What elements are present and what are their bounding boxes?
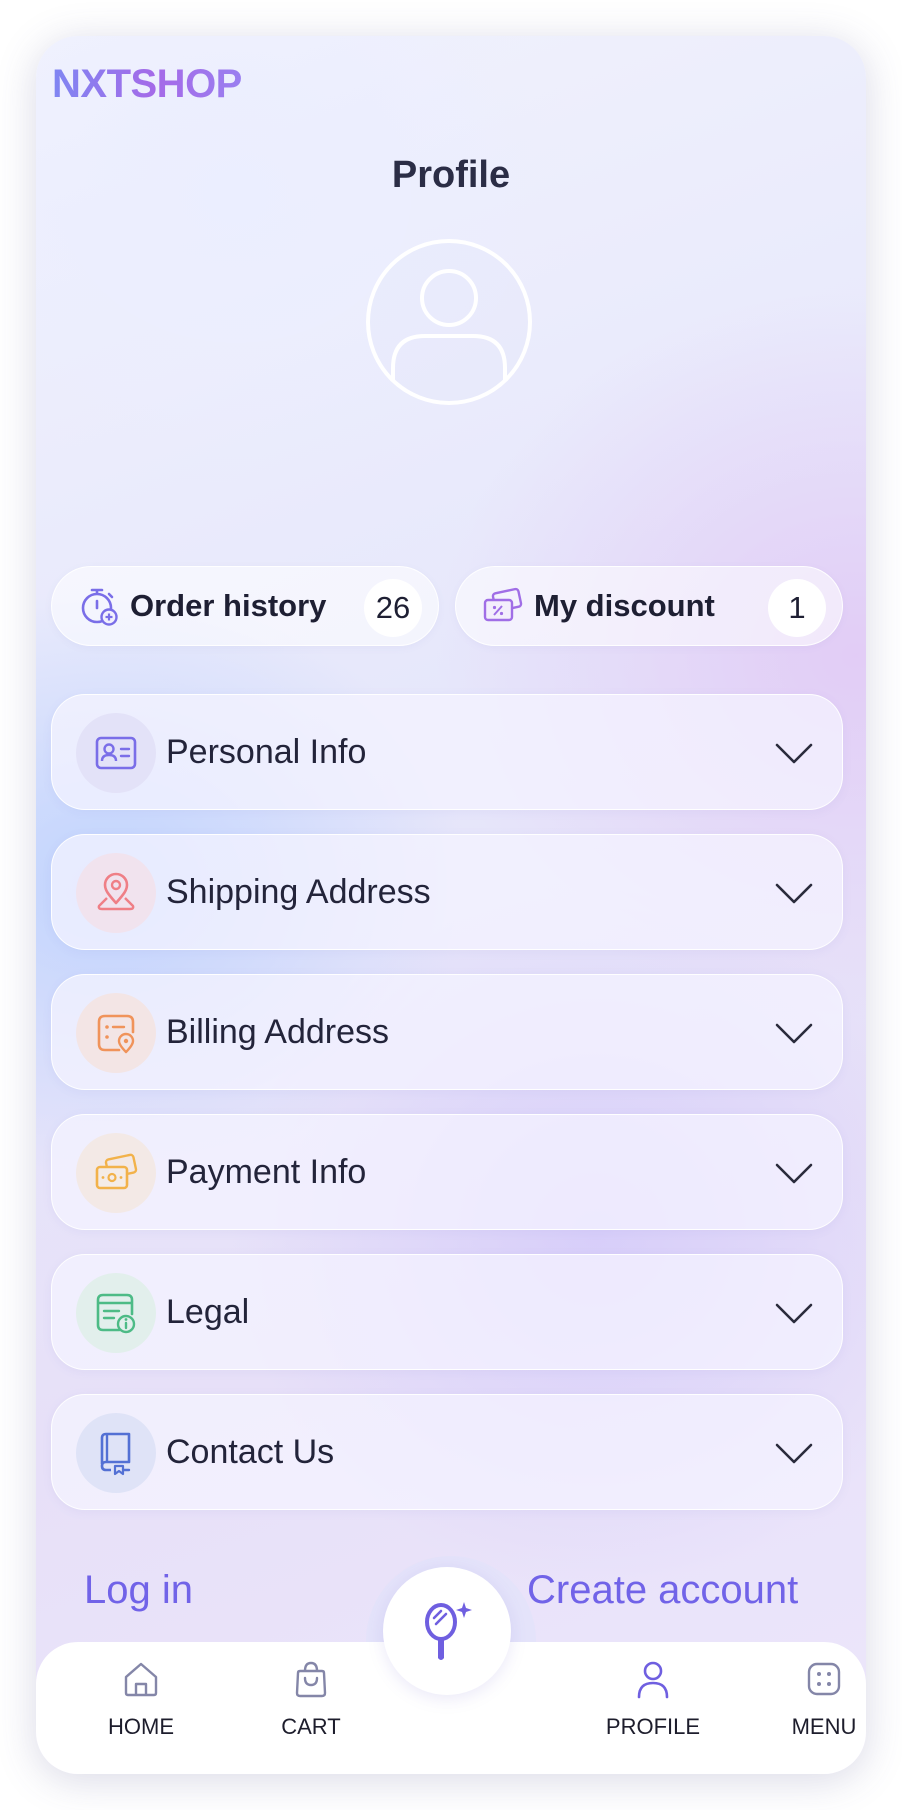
legal-document-icon [76, 1273, 156, 1353]
timer-plus-icon [81, 588, 118, 626]
my-discount-count: 1 [768, 579, 826, 637]
magic-mirror-icon [425, 1602, 472, 1660]
nav-profile-label: PROFILE [605, 1714, 701, 1739]
my-discount-label: My discount [534, 588, 715, 623]
avatar-icon[interactable] [365, 238, 533, 406]
brand-logo[interactable]: NXTSHOP [52, 62, 242, 107]
nav-cart[interactable]: CART [246, 1658, 376, 1740]
section-legal[interactable]: Legal [51, 1254, 843, 1370]
chevron-down-icon [775, 1303, 813, 1324]
shopping-bag-icon [295, 1661, 327, 1698]
nav-menu-label: MENU [791, 1714, 857, 1739]
section-label: Contact Us [166, 1433, 335, 1471]
location-pin-icon [76, 853, 156, 933]
chevron-down-icon [775, 1163, 813, 1184]
section-label: Personal Info [166, 733, 367, 771]
section-label: Shipping Address [166, 873, 431, 911]
login-link[interactable]: Log in [84, 1568, 193, 1613]
nav-menu[interactable]: MENU [759, 1658, 866, 1740]
nav-home[interactable]: HOME [76, 1658, 206, 1740]
billing-location-icon [76, 993, 156, 1073]
chevron-down-icon [775, 883, 813, 904]
profile-icon [637, 1661, 669, 1699]
create-account-link[interactable]: Create account [527, 1568, 798, 1613]
section-shipping-address[interactable]: Shipping Address [51, 834, 843, 950]
app-screen: NXTSHOP Profile Order history 26 My disc… [36, 36, 866, 1774]
nav-home-label: HOME [108, 1714, 174, 1739]
order-history-button[interactable]: Order history 26 [51, 566, 439, 646]
chevron-down-icon [775, 1443, 813, 1464]
section-personal-info[interactable]: Personal Info [51, 694, 843, 810]
contact-book-icon [76, 1413, 156, 1493]
order-history-label: Order history [130, 588, 327, 623]
nav-profile[interactable]: PROFILE [588, 1658, 718, 1740]
section-payment-info[interactable]: Payment Info [51, 1114, 843, 1230]
id-card-icon [76, 713, 156, 793]
nav-cart-label: CART [281, 1714, 341, 1739]
discount-ticket-icon [483, 587, 523, 622]
section-billing-address[interactable]: Billing Address [51, 974, 843, 1090]
center-action-button[interactable] [383, 1567, 511, 1695]
order-history-count: 26 [364, 579, 422, 637]
section-contact-us[interactable]: Contact Us [51, 1394, 843, 1510]
page-title: Profile [391, 154, 511, 196]
chevron-down-icon [775, 743, 813, 764]
section-label: Payment Info [166, 1153, 367, 1191]
section-label: Legal [166, 1293, 250, 1331]
wallet-icon [76, 1133, 156, 1213]
home-icon [124, 1662, 158, 1697]
chevron-down-icon [775, 1023, 813, 1044]
my-discount-button[interactable]: My discount 1 [455, 566, 843, 646]
section-label: Billing Address [166, 1013, 390, 1051]
menu-grid-icon [807, 1662, 841, 1696]
